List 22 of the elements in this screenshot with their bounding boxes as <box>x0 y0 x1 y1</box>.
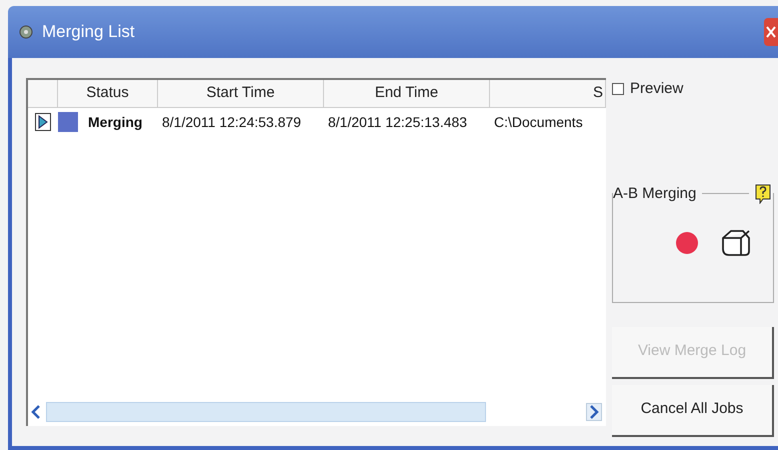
table-cell-text: 8/1/2011 12:25:13.483 <box>327 112 468 132</box>
preview-checkbox[interactable]: Preview <box>612 78 774 100</box>
column-header[interactable]: Status <box>58 80 158 107</box>
table-cell-text: C:\Documents <box>493 112 584 132</box>
help-icon[interactable] <box>755 184 771 204</box>
scroll-right-icon[interactable] <box>586 403 602 421</box>
window-title: Merging List <box>42 21 135 44</box>
scrollbar-thumb[interactable] <box>46 402 486 422</box>
record-icon[interactable] <box>675 230 699 254</box>
close-icon <box>766 26 776 38</box>
action-button[interactable]: Cancel All Jobs <box>612 384 774 436</box>
column-header[interactable]: Start Time <box>158 80 324 107</box>
app-icon <box>18 24 34 40</box>
scroll-left-icon[interactable] <box>30 403 42 421</box>
table-cell: Merging <box>58 112 158 132</box>
table-cell-text: 8/1/2011 12:24:53.879 <box>161 112 302 132</box>
column-header[interactable]: S <box>490 80 606 107</box>
column-header[interactable]: End Time <box>324 80 490 107</box>
close-button[interactable] <box>764 18 778 46</box>
status-icon <box>58 112 78 132</box>
eraser-icon[interactable] <box>721 228 751 256</box>
play-icon <box>35 113 51 131</box>
